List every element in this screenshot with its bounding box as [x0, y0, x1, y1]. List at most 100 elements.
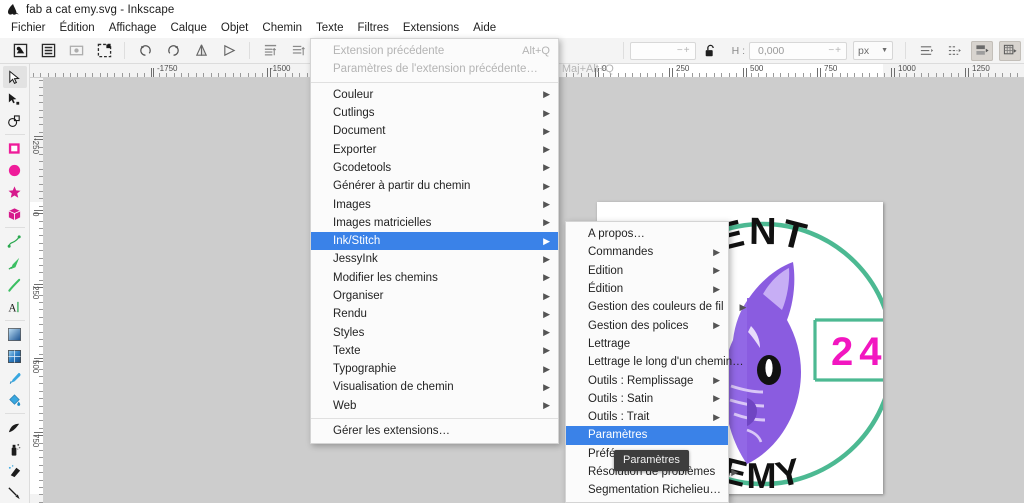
menu-item-document[interactable]: Document ▶ [311, 122, 558, 140]
menu-item-gestion-des-polices[interactable]: Gestion des polices ▶ [566, 316, 728, 334]
affect-rounded-corners-icon[interactable] [943, 41, 965, 61]
menu-item-gerer-les-extensions[interactable]: Gérer les extensions… [311, 422, 558, 440]
ellipse-tool[interactable] [3, 159, 27, 181]
menu-item-organiser[interactable]: Organiser ▶ [311, 287, 558, 305]
menu-item-exporter[interactable]: Exporter ▶ [311, 140, 558, 158]
width-input[interactable]: −+ [629, 41, 696, 60]
menu-item-label: Paramètres de l'extension précédente… [333, 63, 538, 76]
menu-item-lettrage-le-long-dun-chemin[interactable]: Lettrage le long d'un chemin… [566, 353, 744, 371]
height-stepper[interactable]: −+ [828, 45, 844, 56]
submenu-arrow-icon: ▶ [543, 235, 550, 246]
menu-item-modifier-les-chemins[interactable]: Modifier les chemins ▶ [311, 269, 558, 287]
menu-calque[interactable]: Calque [163, 20, 213, 38]
mesh-gradient-tool[interactable] [3, 345, 27, 367]
menu-item-a-propos[interactable]: A propos… [566, 225, 728, 243]
submenu-arrow-icon: ▶ [543, 253, 550, 264]
units-select[interactable]: px ▼ [853, 41, 893, 60]
menu-item-cutlings[interactable]: Cutlings ▶ [311, 104, 558, 122]
menu-item-edition-2[interactable]: Édition ▶ [566, 280, 728, 298]
submenu-arrow-icon: ▶ [713, 265, 720, 276]
connector-tool[interactable] [3, 482, 27, 503]
pencil-tool[interactable] [3, 230, 27, 252]
paint-bucket-tool[interactable] [3, 389, 27, 411]
text-tool[interactable]: A [3, 296, 27, 318]
menu-item-gcodetools[interactable]: Gcodetools ▶ [311, 159, 558, 177]
select-same-icon[interactable] [65, 41, 87, 61]
menu-item-web[interactable]: Web ▶ [311, 397, 558, 415]
star-tool[interactable] [3, 181, 27, 203]
lock-open-icon[interactable] [700, 41, 722, 61]
chevron-down-icon: ▼ [881, 47, 888, 54]
dropper-tool[interactable] [3, 367, 27, 389]
submenu-arrow-icon: ▶ [543, 363, 550, 374]
submenu-arrow-icon: ▶ [543, 400, 550, 411]
menu-item-parametres[interactable]: Paramètres [566, 426, 728, 445]
menu-item-texte[interactable]: Texte ▶ [311, 342, 558, 360]
menu-fichier[interactable]: Fichier [4, 20, 53, 38]
menu-item-edition-1[interactable]: Edition ▶ [566, 262, 728, 280]
toolbox-separator [4, 413, 25, 414]
menu-item-label: Outils : Remplissage [588, 374, 694, 387]
menu-chemin[interactable]: Chemin [255, 20, 309, 38]
menu-item-commandes[interactable]: Commandes ▶ [566, 243, 728, 261]
eraser-tool[interactable] [3, 460, 27, 482]
raise-to-top-icon[interactable] [259, 41, 281, 61]
flip-horizontal-icon[interactable] [190, 41, 212, 61]
menu-item-lettrage[interactable]: Lettrage [566, 335, 728, 353]
menu-item-generer-a-partir-du-chemin[interactable]: Générer à partir du chemin ▶ [311, 177, 558, 195]
hruler-label: -1500 [270, 64, 291, 73]
gradient-tool[interactable] [3, 323, 27, 345]
menu-extensions[interactable]: Extensions [396, 20, 466, 40]
select-all-layers-icon[interactable] [37, 41, 59, 61]
menu-item-images-matricielles[interactable]: Images matricielles ▶ [311, 214, 558, 232]
deselect-icon[interactable] [93, 41, 115, 61]
menu-item-visualisation-de-chemin[interactable]: Visualisation de chemin ▶ [311, 378, 558, 396]
selector-tool[interactable] [2, 66, 27, 88]
menu-item-outils-remplissage[interactable]: Outils : Remplissage ▶ [566, 371, 728, 389]
menu-item-accel: Maj+Alt+Q [561, 63, 614, 76]
spray-tool[interactable] [3, 438, 27, 460]
calligraphy-tool[interactable] [3, 274, 27, 296]
menu-filtres[interactable]: Filtres [351, 20, 396, 38]
menu-item-images[interactable]: Images ▶ [311, 195, 558, 213]
menu-item-ink-stitch[interactable]: Ink/Stitch ▶ [311, 231, 558, 251]
toolbar-separator [905, 42, 906, 59]
menu-item-segmentation-richelieu[interactable]: Segmentation Richelieu… [566, 481, 728, 499]
menu-item-couleur[interactable]: Couleur ▶ [311, 86, 558, 104]
affect-gradients-icon[interactable] [971, 40, 993, 61]
menu-item-label: Typographie [333, 363, 397, 376]
rotate-ccw-90-icon[interactable] [134, 41, 156, 61]
rotate-cw-90-icon[interactable] [162, 41, 184, 61]
bezier-pen-tool[interactable] [3, 252, 27, 274]
submenu-arrow-icon: ▶ [543, 272, 550, 283]
affect-patterns-icon[interactable] [999, 40, 1021, 61]
tweak-tool[interactable] [3, 416, 27, 438]
width-stepper[interactable]: −+ [677, 45, 693, 56]
menu-item-jessyink[interactable]: JessyInk ▶ [311, 250, 558, 268]
menu-affichage[interactable]: Affichage [102, 20, 164, 38]
raise-icon[interactable] [287, 41, 309, 61]
menu-item-rendu[interactable]: Rendu ▶ [311, 305, 558, 323]
height-input[interactable]: 0,000 −+ [749, 41, 847, 60]
menu-item-styles[interactable]: Styles ▶ [311, 323, 558, 341]
toolbar-separator [124, 42, 125, 59]
rectangle-tool[interactable] [3, 137, 27, 159]
extensions-menu[interactable]: Extension précédente Alt+Q Paramètres de… [310, 38, 614, 445]
shape-builder-tool[interactable] [3, 110, 27, 132]
menu-item-gestion-des-couleurs-de-fil[interactable]: Gestion des couleurs de fil ▶ [566, 298, 746, 316]
menu-item-label: Gestion des polices [588, 319, 689, 332]
menu-item-outils-satin[interactable]: Outils : Satin ▶ [566, 390, 728, 408]
menu-aide[interactable]: Aide [466, 20, 503, 38]
vertical-ruler[interactable]: -250 0 250 500 750 [30, 78, 44, 503]
menu-edition[interactable]: Édition [53, 20, 102, 38]
menu-texte[interactable]: Texte [309, 20, 351, 38]
flip-vertical-icon[interactable] [218, 41, 240, 61]
submenu-arrow-icon: ▶ [543, 381, 550, 392]
node-tool[interactable] [3, 88, 27, 110]
affect-stroke-width-icon[interactable] [915, 41, 937, 61]
select-all-icon[interactable] [9, 41, 31, 61]
menu-item-typographie[interactable]: Typographie ▶ [311, 360, 558, 378]
menu-item-outils-trait[interactable]: Outils : Trait ▶ [566, 408, 728, 426]
3dbox-tool[interactable] [3, 203, 27, 225]
menu-objet[interactable]: Objet [214, 20, 256, 38]
